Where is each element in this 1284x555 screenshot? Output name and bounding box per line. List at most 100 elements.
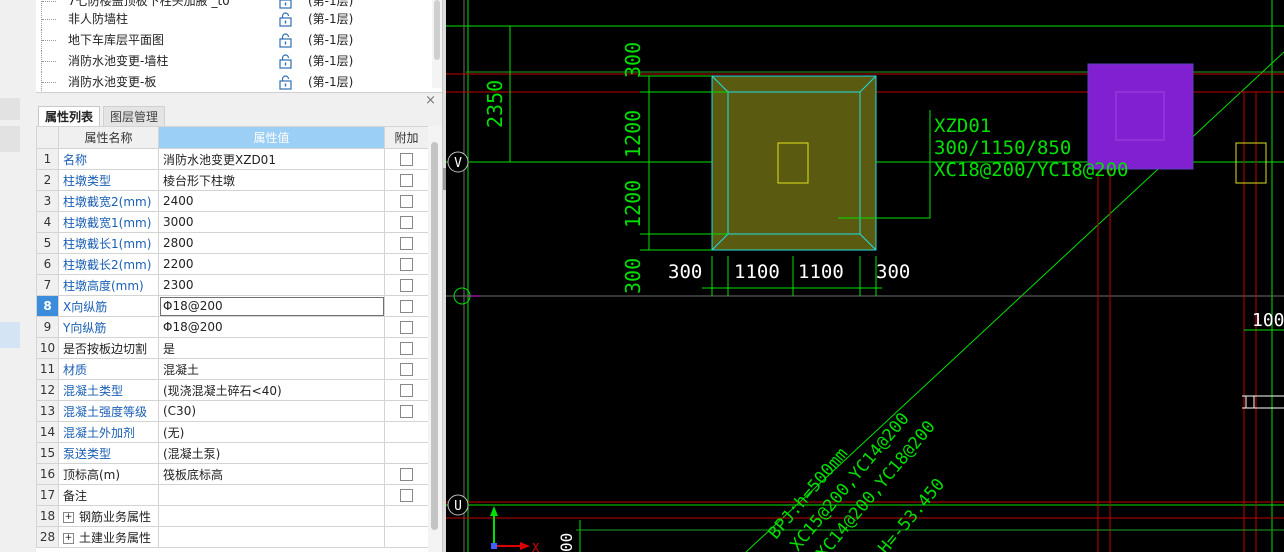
property-value[interactable]: 混凝土 [158,358,385,380]
bottom-dim-text: 00 [557,533,576,552]
property-value[interactable] [158,526,385,548]
property-value[interactable] [158,505,385,527]
dim-texts-vertical: 300 2350 1200 1200 300 [483,42,645,294]
property-row[interactable]: 2 柱墩类型 棱台形下柱墩 [36,169,428,191]
property-value[interactable]: 是 [158,337,385,359]
tree-item[interactable]: 非人防墙柱 (第-1层) [36,9,432,30]
tree-scroll-thumb[interactable] [434,0,440,60]
lock-icon[interactable] [278,0,293,9]
property-row[interactable]: 10 是否按板边切割是 [36,337,428,359]
property-row[interactable]: 6 柱墩截长2(mm) 2200 [36,253,428,275]
property-name: 柱墩类型 [63,173,112,188]
tab-layer-management[interactable]: 图层管理 [103,106,166,127]
extra-checkbox[interactable] [400,237,413,250]
extra-checkbox[interactable] [400,174,413,187]
callout-line: XC18@200/YC18@200 [934,159,1128,181]
diagonal-annotation[interactable]: BPJ:h=500mm XC15@200,YC14@200 XC14@200,Y… [765,409,950,555]
extra-checkbox[interactable] [400,384,413,397]
lock-icon[interactable] [278,33,293,48]
property-value[interactable]: 2400 [158,190,385,212]
property-name-cell: 名称 [58,148,159,170]
property-value[interactable]: 棱台形下柱墩 [158,169,385,191]
property-row[interactable]: 14 混凝土外加剂 (无) [36,421,428,443]
ucs-x-arrow [520,542,530,550]
extra-checkbox[interactable] [400,363,413,376]
property-value[interactable]: 3000 [158,211,385,233]
lock-icon[interactable] [278,54,293,69]
property-row[interactable]: 28 + 土建业务属性 [36,526,428,548]
property-row[interactable]: 4 柱墩截宽1(mm) 3000 [36,211,428,233]
property-row[interactable]: 16 顶标高(m) 筏板底标高 [36,463,428,485]
row-index: 6 [36,253,59,275]
extra-checkbox[interactable] [400,258,413,271]
purple-column[interactable] [1087,63,1194,170]
cad-drawing[interactable]: V U 300 2350 1200 1200 300 300 1100 1100… [446,0,1284,555]
property-value[interactable]: 2800 [158,232,385,254]
property-value[interactable]: (混凝土泵) [158,442,385,464]
property-row[interactable]: 18 + 钢筋业务属性 [36,505,428,527]
strip-block-active[interactable] [0,322,20,348]
tree-item[interactable]: 消防水池变更-墙柱 (第-1层) [36,51,432,72]
footing-xzd01[interactable] [711,75,877,251]
property-row[interactable]: 12 混凝土类型 (现浇混凝土碎石<40) [36,379,428,401]
extra-checkbox[interactable] [400,195,413,208]
close-icon[interactable]: × [425,93,436,108]
property-value[interactable]: (现浇混凝土碎石<40) [158,379,385,401]
purple-column-fill [1087,63,1194,170]
property-value[interactable]: Φ18@200 [158,316,385,338]
expand-icon[interactable]: + [63,532,74,544]
property-row[interactable]: 1 名称 消防水池变更XZD01 [36,148,428,170]
tree-guide [41,30,62,51]
property-value[interactable]: (无) [158,421,385,443]
property-row[interactable]: 13 混凝土强度等级 (C30) [36,400,428,422]
tree-scrollbar[interactable] [432,0,442,88]
property-value[interactable]: 消防水池变更XZD01 [158,148,385,170]
header-extra[interactable]: 附加 [384,126,428,149]
tree-item[interactable]: 地下车库层平面图 (第-1层) [36,30,432,51]
extra-checkbox[interactable] [400,321,413,334]
cad-viewport[interactable]: V U 300 2350 1200 1200 300 300 1100 1100… [446,0,1284,555]
property-row[interactable]: 15 泵送类型 (混凝土泵) [36,442,428,464]
lock-icon[interactable] [278,75,293,90]
tree-item[interactable]: 消防水池变更-板 (第-1层) [36,72,432,93]
property-row[interactable]: 11 材质 混凝土 [36,358,428,380]
axis-bubble-u[interactable]: U [447,494,469,516]
extra-checkbox[interactable] [400,300,413,313]
extra-checkbox[interactable] [400,342,413,355]
property-row[interactable]: 3 柱墩截宽2(mm) 2400 [36,190,428,212]
property-name-cell: 是否按板边切割 [58,337,159,359]
axis-bubble-v[interactable]: V [447,151,469,173]
property-row[interactable]: 17 备注 [36,484,428,506]
header-value[interactable]: 属性值 [158,126,385,149]
expand-icon[interactable]: + [63,511,74,523]
row-index: 18 [36,505,59,527]
lock-icon[interactable] [278,12,293,27]
property-name-cell: 柱墩截长1(mm) [58,232,159,254]
extra-checkbox[interactable] [400,216,413,229]
extra-cell [384,442,428,464]
property-value[interactable]: 2200 [158,253,385,275]
property-value[interactable]: Φ18@200 [158,295,385,317]
property-value[interactable]: 筏板底标高 [158,463,385,485]
property-name-cell: + 土建业务属性 [58,526,159,548]
extra-cell [384,316,428,338]
extra-checkbox[interactable] [400,405,413,418]
row-index: 11 [36,358,59,380]
grid-scrollbar[interactable] [428,126,442,552]
extra-checkbox[interactable] [400,153,413,166]
property-row[interactable]: 5 柱墩截长1(mm) 2800 [36,232,428,254]
row-index: 8 [36,295,59,317]
tab-property-list[interactable]: 属性列表 [38,106,101,127]
property-name: 是否按板边切割 [63,341,148,356]
property-row[interactable]: 8 X向纵筋 Φ18@200 [36,295,428,317]
grid-scroll-thumb[interactable] [431,142,438,530]
extra-checkbox[interactable] [400,468,413,481]
header-name[interactable]: 属性名称 [58,126,159,149]
extra-checkbox[interactable] [400,489,413,502]
property-value[interactable]: (C30) [158,400,385,422]
property-row[interactable]: 9 Y向纵筋 Φ18@200 [36,316,428,338]
extra-checkbox[interactable] [400,279,413,292]
property-row[interactable]: 7 柱墩高度(mm) 2300 [36,274,428,296]
property-value[interactable] [158,484,385,506]
property-value[interactable]: 2300 [158,274,385,296]
